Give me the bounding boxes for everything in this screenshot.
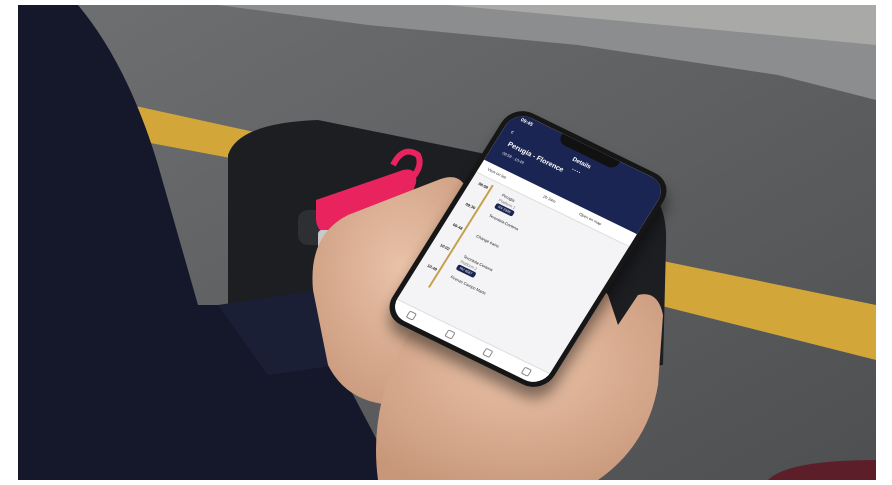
view-list-button[interactable]: View on list bbox=[487, 167, 508, 180]
phone-layer: 09:45 ‹ Details •••• Perugia - Florence … bbox=[18, 5, 876, 480]
stop-time: 10:02 bbox=[439, 242, 451, 252]
stop-time: 08:58 bbox=[477, 181, 490, 190]
search-tab-icon[interactable] bbox=[444, 329, 456, 340]
stop-time: 10:49 bbox=[426, 262, 439, 272]
tickets-tab-icon[interactable] bbox=[482, 347, 494, 359]
status-time: 09:45 bbox=[519, 117, 534, 128]
photo-frame: 09:45 ‹ Details •••• Perugia - Florence … bbox=[18, 5, 876, 480]
home-tab-icon[interactable] bbox=[405, 310, 418, 321]
duration-label: 2h 34m bbox=[542, 193, 557, 204]
smartphone: 09:45 ‹ Details •••• Perugia - Florence … bbox=[381, 103, 675, 395]
phone-screen[interactable]: 09:45 ‹ Details •••• Perugia - Florence … bbox=[388, 110, 668, 388]
profile-tab-icon[interactable] bbox=[520, 366, 532, 377]
stop-time: 09:48 bbox=[451, 222, 464, 231]
stop-time: 09:30 bbox=[464, 201, 477, 211]
